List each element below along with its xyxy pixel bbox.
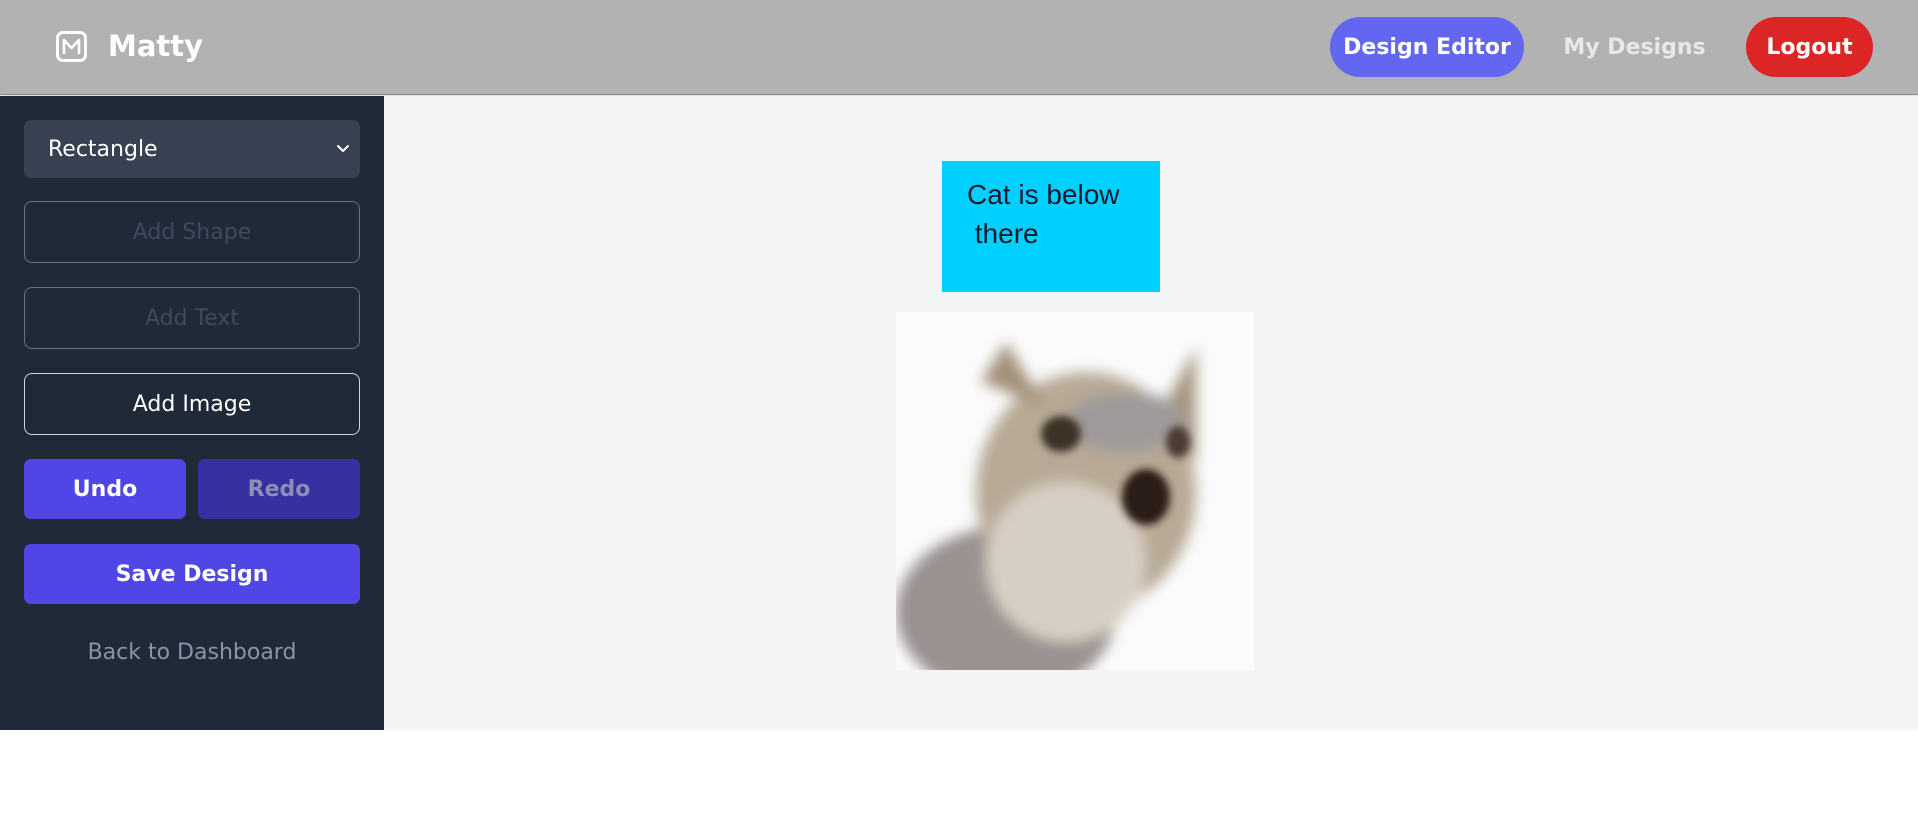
design-editor-nav-button[interactable]: Design Editor: [1330, 17, 1524, 77]
design-canvas[interactable]: Cat is below there: [384, 96, 1918, 730]
my-designs-nav-link[interactable]: My Designs: [1553, 17, 1716, 77]
logout-button[interactable]: Logout: [1746, 17, 1873, 77]
save-design-button[interactable]: Save Design: [24, 544, 360, 604]
brand-name: Matty: [108, 29, 204, 63]
redo-button[interactable]: Redo: [198, 459, 360, 519]
back-to-dashboard-link[interactable]: Back to Dashboard: [24, 640, 360, 665]
m-logo-icon: [56, 30, 87, 62]
editor-sidebar: Rectangle Add Shape Add Text Add Image U…: [0, 96, 384, 730]
add-shape-button[interactable]: Add Shape: [24, 201, 360, 263]
chevron-down-icon: [337, 145, 349, 152]
top-navbar: Matty Design Editor My Designs Logout: [0, 0, 1918, 95]
add-image-button[interactable]: Add Image: [24, 373, 360, 435]
canvas-text-box[interactable]: Cat is below there: [942, 161, 1160, 292]
canvas-cat-image[interactable]: [896, 312, 1254, 670]
shape-type-select[interactable]: Rectangle: [24, 120, 360, 178]
add-text-button[interactable]: Add Text: [24, 287, 360, 349]
undo-button[interactable]: Undo: [24, 459, 186, 519]
cat-photo: [896, 312, 1254, 670]
brand[interactable]: Matty: [56, 29, 203, 63]
shape-type-value: Rectangle: [48, 136, 158, 162]
